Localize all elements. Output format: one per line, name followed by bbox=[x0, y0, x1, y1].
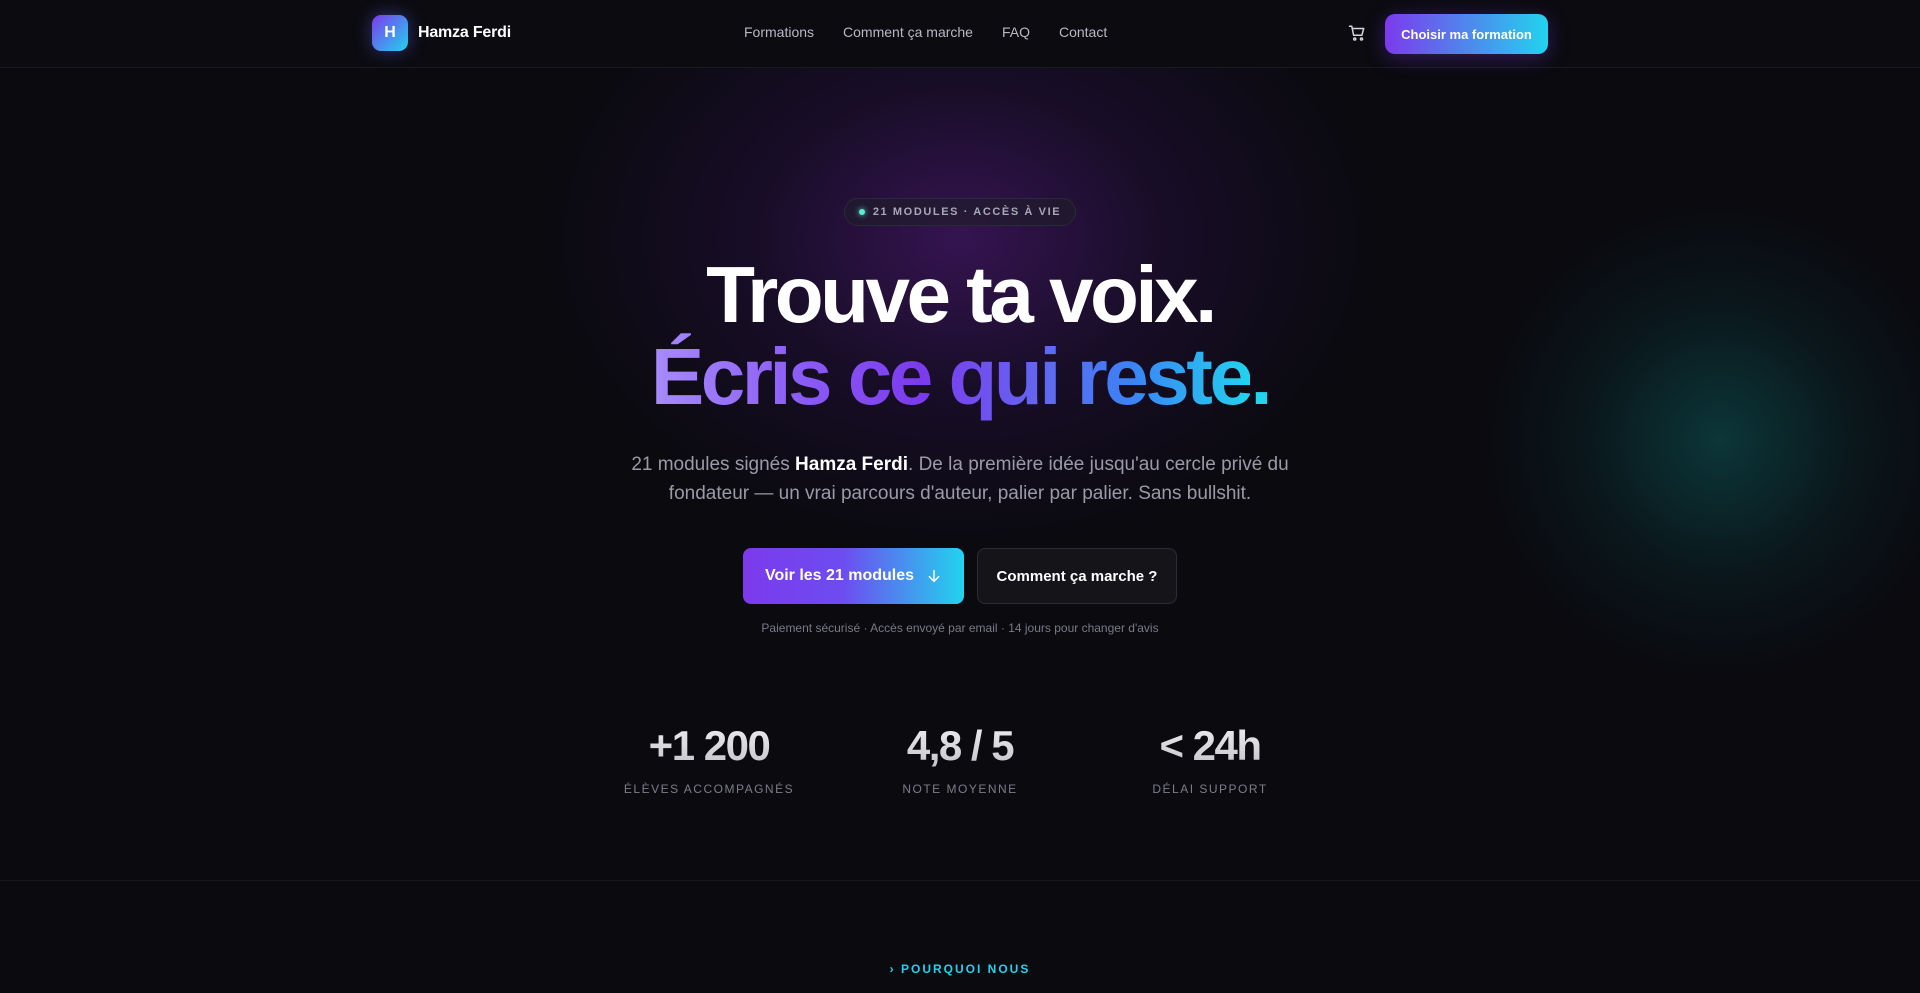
site-header: H Hamza Ferdi Formations Comment ça marc… bbox=[0, 0, 1920, 68]
hero-badge: 21 MODULES · ACCÈS À VIE bbox=[844, 198, 1076, 226]
stat-label: ÉLÈVES ACCOMPAGNÉS bbox=[623, 782, 795, 796]
nav-item-comment-ca-marche[interactable]: Comment ça marche bbox=[843, 24, 973, 40]
nav-item-formations[interactable]: Formations bbox=[744, 24, 814, 40]
stat-value: +1 200 bbox=[589, 720, 829, 772]
view-modules-button[interactable]: Voir les 21 modules bbox=[743, 548, 964, 604]
brand-name: Hamza Ferdi bbox=[418, 24, 511, 41]
stat-students: +1 200 ÉLÈVES ACCOMPAGNÉS bbox=[589, 720, 829, 796]
reassurance-text: Paiement sécurisé · Accès envoyé par ema… bbox=[761, 621, 1159, 635]
logo-mark: H bbox=[372, 15, 408, 51]
view-modules-label: Voir les 21 modules bbox=[764, 567, 915, 584]
logo[interactable]: H Hamza Ferdi bbox=[372, 15, 511, 51]
nav-item-faq[interactable]: FAQ bbox=[1002, 24, 1030, 40]
how-it-works-button[interactable]: Comment ça marche ? bbox=[977, 548, 1177, 604]
hero-title-gradient-text: Écris ce qui reste bbox=[650, 332, 1254, 421]
subtitle-before: 21 modules signés bbox=[631, 454, 796, 475]
arrow-down-icon bbox=[928, 569, 940, 583]
stat-value: 4,8 / 5 bbox=[840, 720, 1080, 772]
subtitle-author-name: Hamza Ferdi bbox=[795, 454, 909, 475]
stat-support: < 24h DÉLAI SUPPORT bbox=[1090, 720, 1330, 796]
hero-title-dot: . bbox=[1250, 332, 1272, 421]
stat-value: < 24h bbox=[1090, 720, 1330, 772]
cart-icon[interactable] bbox=[1348, 24, 1366, 42]
main-nav: Formations Comment ça marche FAQ Contact bbox=[744, 24, 1107, 40]
hero-title-line2: Écris ce qui reste. bbox=[0, 332, 1920, 422]
section-tag-why-us: › POURQUOI NOUS bbox=[889, 962, 1031, 976]
section-divider bbox=[0, 880, 1920, 881]
status-dot-icon bbox=[858, 209, 865, 215]
stat-label: NOTE MOYENNE bbox=[902, 782, 1018, 796]
stat-label: DÉLAI SUPPORT bbox=[1152, 782, 1268, 796]
choose-formation-button[interactable]: Choisir ma formation bbox=[1385, 14, 1548, 54]
hero-badge-text: 21 MODULES · ACCÈS À VIE bbox=[872, 206, 1062, 218]
stat-rating: 4,8 / 5 NOTE MOYENNE bbox=[840, 720, 1080, 796]
hero-title-line1: Trouve ta voix. bbox=[706, 250, 1217, 339]
landing-page: H Hamza Ferdi Formations Comment ça marc… bbox=[0, 0, 1920, 993]
hero-subtitle: 21 modules signés Hamza Ferdi. De la pre… bbox=[610, 450, 1310, 508]
nav-item-contact[interactable]: Contact bbox=[1059, 24, 1107, 40]
